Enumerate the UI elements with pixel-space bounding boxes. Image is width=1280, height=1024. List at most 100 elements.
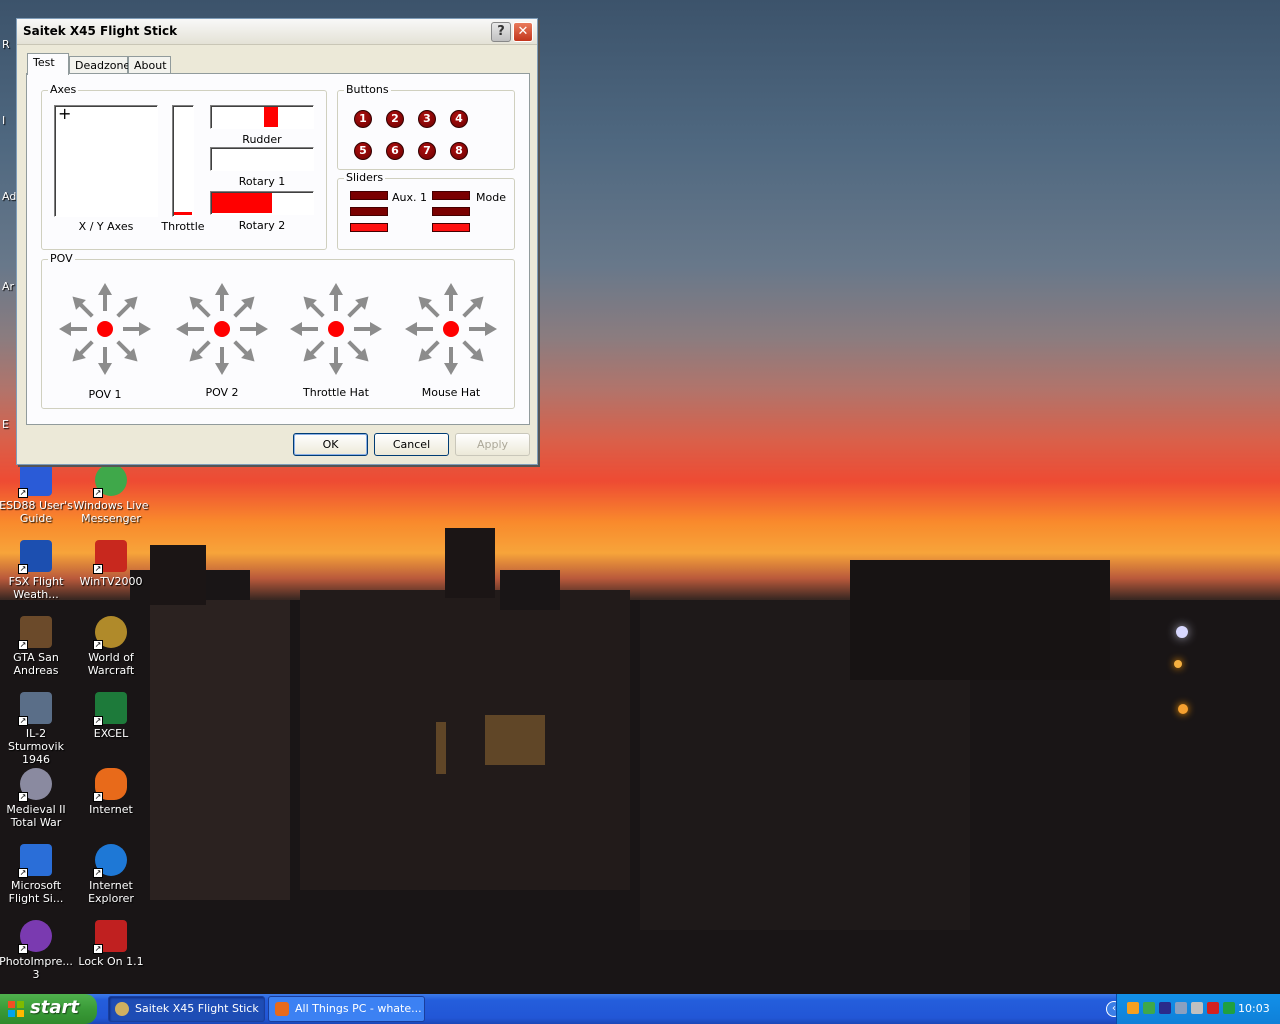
taskbar-item-all-things-pc[interactable]: All Things PC - whate... xyxy=(268,996,425,1022)
tray-sound-icon[interactable] xyxy=(1175,1002,1187,1014)
pov2-indicator xyxy=(174,281,270,377)
rotary2-label: Rotary 2 xyxy=(238,219,286,232)
pov-direction-arrow xyxy=(233,296,255,318)
close-button[interactable]: ✕ xyxy=(513,22,533,42)
icon-label: 1946 xyxy=(22,753,50,766)
icon-label: Weath... xyxy=(13,588,59,601)
browser-icon xyxy=(275,1002,289,1016)
desktop-icon-wintv2000[interactable]: ↗ WinTV2000 xyxy=(73,540,149,588)
pov-direction-arrow xyxy=(329,283,343,311)
tray-security-icon[interactable] xyxy=(1223,1002,1235,1014)
edge-label: I xyxy=(2,114,6,127)
joystick-properties-dialog: Saitek X45 Flight Stick ? ✕ Test Deadzon… xyxy=(16,18,538,465)
aux1-label: Aux. 1 xyxy=(392,191,427,204)
pov-direction-arrow xyxy=(418,340,440,362)
desktop-icon-photoimpression[interactable]: ↗ PhotoImpre... 3 xyxy=(0,920,74,981)
icon-label: Medieval II xyxy=(6,803,66,816)
desktop-icon-esd88-guide[interactable]: ↗ ESD88 User's Guide xyxy=(0,464,74,525)
pov-direction-arrow xyxy=(240,322,268,336)
start-button[interactable]: start xyxy=(0,994,97,1024)
joystick-button-8: 8 xyxy=(450,142,468,160)
edge-label: Ad xyxy=(2,190,17,203)
desktop-icon-internet-explorer[interactable]: ↗ Internet Explorer xyxy=(73,844,149,905)
tray-device-icon[interactable] xyxy=(1191,1002,1203,1014)
pov-direction-arrow xyxy=(72,296,94,318)
desktop-icon-microsoft-flight-sim[interactable]: ↗ Microsoft Flight Si... xyxy=(0,844,74,905)
desktop-icon-world-of-warcraft[interactable]: ↗ World of Warcraft xyxy=(73,616,149,677)
wintv-icon: ↗ xyxy=(93,540,127,574)
joystick-icon xyxy=(115,1002,129,1016)
tray-zonealarm-icon[interactable] xyxy=(1207,1002,1219,1014)
pov-direction-arrow xyxy=(418,296,440,318)
aux1-slider-bar-active xyxy=(350,223,388,232)
pov-direction-arrow xyxy=(354,322,382,336)
icon-label: Warcraft xyxy=(87,664,135,677)
pov-direction-arrow xyxy=(462,340,484,362)
msn-butterfly-icon: ↗ xyxy=(93,768,127,802)
crosshair-icon: + xyxy=(58,104,72,123)
cancel-button[interactable]: Cancel xyxy=(374,433,449,456)
rotary1-gauge xyxy=(210,147,314,171)
rotary2-gauge xyxy=(210,191,314,215)
joystick-button-6: 6 xyxy=(386,142,404,160)
desktop-icon-medieval-ii[interactable]: ↗ Medieval II Total War xyxy=(0,768,74,829)
taskbar-item-saitek[interactable]: Saitek X45 Flight Stick xyxy=(108,996,265,1022)
mouse-hat-indicator xyxy=(403,281,499,377)
throttle-fill xyxy=(174,212,192,215)
desktop-icon-lock-on[interactable]: ↗ Lock On 1.1 xyxy=(73,920,149,968)
icon-label: Total War xyxy=(10,816,62,829)
tab-about[interactable]: About xyxy=(128,56,171,74)
throttle-gauge xyxy=(172,105,194,217)
pov-direction-arrow xyxy=(123,322,151,336)
messenger-icon: ↗ xyxy=(93,464,127,498)
pov-direction-arrow xyxy=(116,296,138,318)
edge-label: Ar xyxy=(2,280,15,293)
joystick-button-4: 4 xyxy=(450,110,468,128)
warcraft-icon: ↗ xyxy=(93,616,127,650)
pov-direction-arrow xyxy=(405,322,433,336)
title-bar[interactable]: Saitek X45 Flight Stick ? ✕ xyxy=(17,19,537,45)
aux1-slider-bar xyxy=(350,207,388,216)
mode-slider-bar xyxy=(432,191,470,200)
desktop-icon-excel[interactable]: ↗ EXCEL xyxy=(73,692,149,740)
help-button[interactable]: ? xyxy=(491,22,511,42)
gta-icon: ↗ xyxy=(18,616,52,650)
ok-button[interactable]: OK xyxy=(293,433,368,456)
ie-icon: ↗ xyxy=(93,844,127,878)
apply-button[interactable]: Apply xyxy=(455,433,530,456)
axes-group: Axes + X / Y Axes Throttle Rudder Rotary… xyxy=(41,83,327,250)
pov-direction-arrow xyxy=(329,347,343,375)
pov-center-dot xyxy=(443,321,459,337)
pov-legend: POV xyxy=(48,252,75,265)
tray-msn-icon[interactable] xyxy=(1127,1002,1139,1014)
tray-messenger-icon[interactable] xyxy=(1143,1002,1155,1014)
desktop-icon-windows-live-messenger[interactable]: ↗ Windows Live Messenger xyxy=(73,464,149,525)
icon-label: World of xyxy=(88,651,134,664)
icon-label: Flight Si... xyxy=(8,892,64,905)
tray-network-icon[interactable] xyxy=(1159,1002,1171,1014)
close-icon: ✕ xyxy=(517,24,529,39)
tab-deadzone[interactable]: Deadzone xyxy=(69,56,130,74)
desktop-icon-fsx-weather[interactable]: ↗ FSX Flight Weath... xyxy=(0,540,74,601)
mode-label: Mode xyxy=(476,191,506,204)
icon-label: PhotoImpre... xyxy=(0,955,73,968)
desktop-icon-il2-sturmovik[interactable]: ↗ IL-2 Sturmovik 1946 xyxy=(0,692,74,766)
pov1-label: POV 1 xyxy=(88,388,122,401)
start-label: start xyxy=(30,997,79,1018)
pov-direction-arrow xyxy=(444,283,458,311)
pov2-label: POV 2 xyxy=(205,386,239,399)
joystick-button-2: 2 xyxy=(386,110,404,128)
sliders-group: Sliders Aux. 1 Mode xyxy=(337,171,515,250)
icon-label: Windows Live xyxy=(73,499,149,512)
rudder-indicator xyxy=(264,107,278,127)
windows-logo-icon xyxy=(8,1001,24,1017)
joystick-button-1: 1 xyxy=(354,110,372,128)
desktop-icon-gta-san-andreas[interactable]: ↗ GTA San Andreas xyxy=(0,616,74,677)
desktop-icon-msn-internet[interactable]: ↗ Internet xyxy=(73,768,149,816)
question-icon: ? xyxy=(497,24,505,39)
tab-test[interactable]: Test xyxy=(27,53,69,75)
pov1-indicator xyxy=(57,281,153,377)
icon-label: 3 xyxy=(32,968,40,981)
pov-direction-arrow xyxy=(189,340,211,362)
clock[interactable]: 10:03 xyxy=(1238,994,1270,1024)
